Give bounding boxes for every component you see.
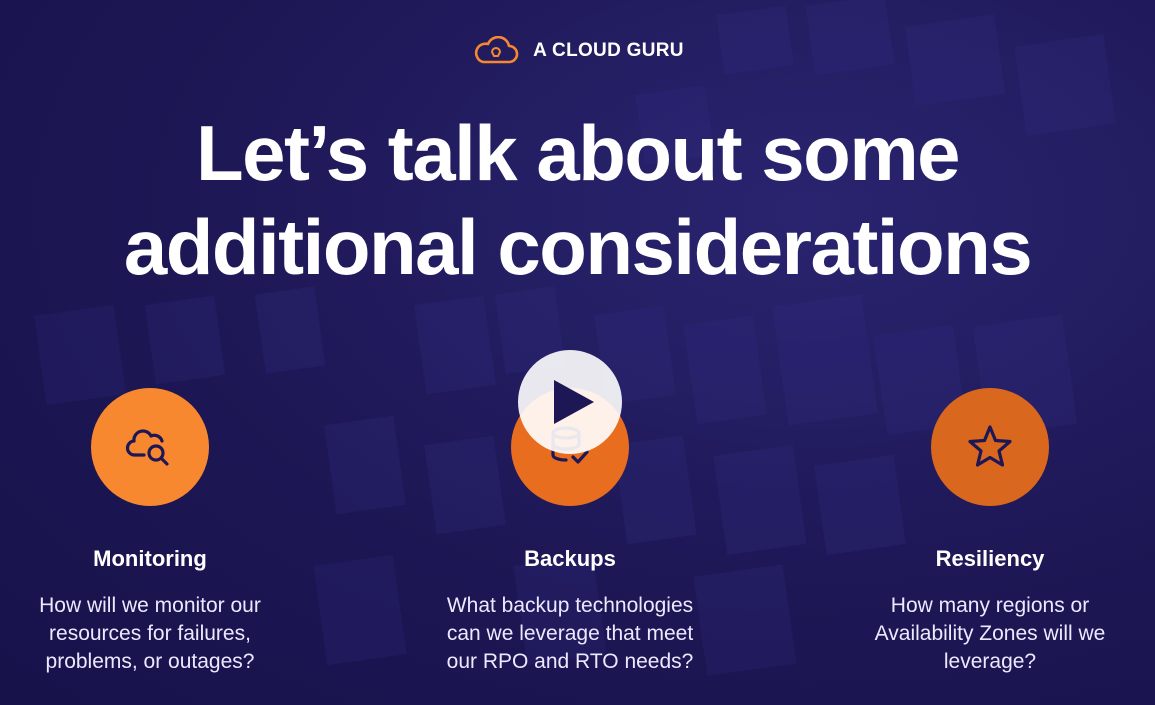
brand-logo: A CLOUD GURU <box>0 36 1155 66</box>
headline: Let’s talk about some additional conside… <box>0 106 1155 294</box>
star-icon <box>968 425 1012 467</box>
monitoring-description: How will we monitor our resources for fa… <box>0 592 315 676</box>
backups-description: What backup technologies can we leverage… <box>405 592 735 676</box>
resiliency-desc-line-3: leverage? <box>943 650 1037 673</box>
monitoring-desc-line-1: How will we monitor our <box>39 594 261 617</box>
resiliency-desc-line-2: Availability Zones will we <box>874 622 1106 645</box>
monitoring-icon-circle <box>91 388 209 506</box>
cloud-icon <box>475 36 519 64</box>
resiliency-description: How many regions or Availability Zones w… <box>825 592 1155 676</box>
item-resiliency: Resiliency How many regions or Availabil… <box>825 388 1155 676</box>
brand-name: A CLOUD GURU <box>533 40 684 61</box>
monitoring-title: Monitoring <box>93 546 207 571</box>
resiliency-icon-circle <box>931 388 1049 506</box>
backups-title: Backups <box>524 546 616 571</box>
monitoring-desc-line-3: problems, or outages? <box>45 650 255 673</box>
play-icon <box>554 380 594 424</box>
backups-desc-line-2: can we leverage that meet <box>446 622 694 645</box>
headline-line-1: Let’s talk about some <box>195 109 961 197</box>
backups-desc-line-1: What backup technologies <box>446 594 694 617</box>
backups-desc-line-3: our RPO and RTO needs? <box>446 650 694 673</box>
item-monitoring: Monitoring How will we monitor our resou… <box>0 388 315 676</box>
headline-line-2: additional considerations <box>123 203 1033 291</box>
play-button[interactable] <box>518 350 622 454</box>
video-slide: A CLOUD GURU Let’s talk about some addit… <box>0 0 1155 705</box>
resiliency-title: Resiliency <box>935 546 1045 571</box>
resiliency-desc-line-1: How many regions or <box>890 594 1090 617</box>
monitoring-desc-line-2: resources for failures, <box>49 622 251 645</box>
cloud-search-icon <box>125 429 169 466</box>
